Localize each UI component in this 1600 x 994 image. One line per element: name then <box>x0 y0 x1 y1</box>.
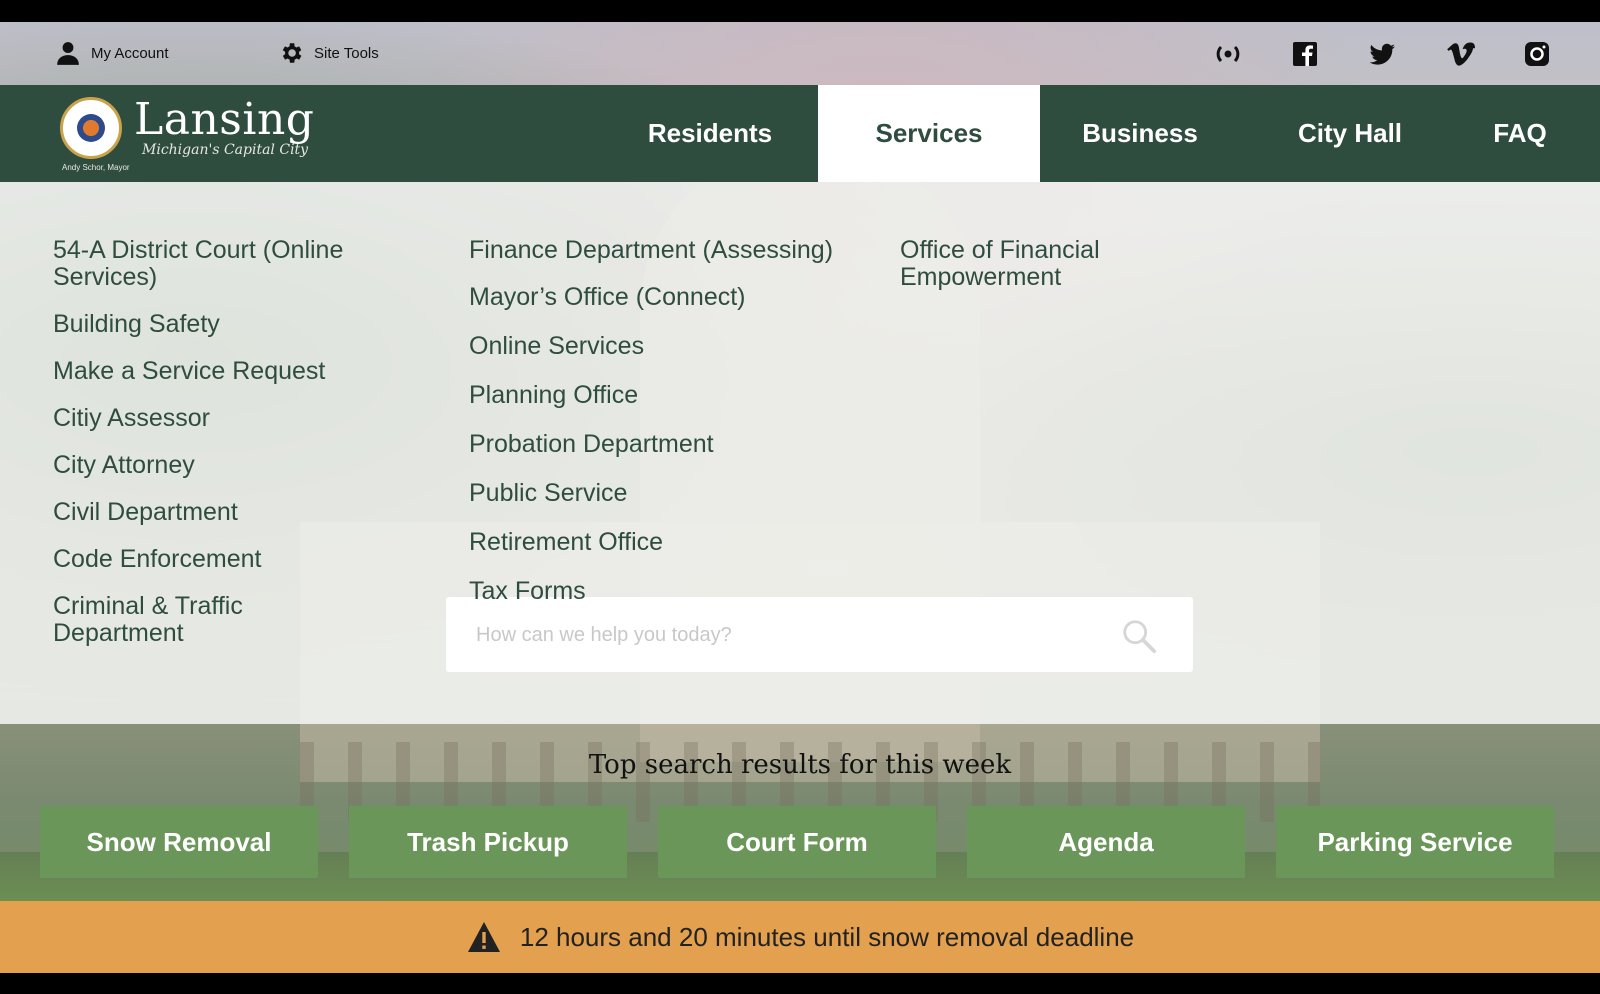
menu-link[interactable]: Criminal & Traffic Department <box>53 593 373 647</box>
broadcast-icon[interactable] <box>1212 38 1244 70</box>
menu-link[interactable]: Make a Service Request <box>53 358 373 385</box>
menu-link[interactable]: Online Services <box>469 333 849 360</box>
my-account-label: My Account <box>91 44 169 62</box>
facebook-icon[interactable] <box>1289 38 1321 70</box>
menu-link[interactable]: Mayor’s Office (Connect) <box>469 284 849 311</box>
site-tools-link[interactable]: Site Tools <box>278 40 379 66</box>
user-icon <box>57 42 79 65</box>
menu-link[interactable]: Citiy Assessor <box>53 405 373 432</box>
gear-icon <box>282 43 302 63</box>
menu-link[interactable]: Building Safety <box>53 311 373 338</box>
menu-link[interactable]: 54-A District Court (Online Services) <box>53 237 373 291</box>
menu-link[interactable]: Tax Forms <box>469 578 849 605</box>
menu-column-2: Finance Department (Assessing) Mayor’s O… <box>469 237 849 627</box>
menu-column-1: 54-A District Court (Online Services) Bu… <box>53 237 373 667</box>
quick-link-button[interactable]: Trash Pickup <box>349 806 627 878</box>
menu-link[interactable]: City Attorney <box>53 452 373 479</box>
menu-link[interactable]: Office of Financial Empowerment <box>900 237 1200 291</box>
logo-name: Lansing <box>134 94 315 145</box>
nav-city-hall[interactable]: City Hall <box>1250 85 1450 182</box>
menu-link[interactable]: Code Enforcement <box>53 546 373 573</box>
city-seal <box>60 97 122 159</box>
quick-link-button[interactable]: Parking Service <box>1276 806 1554 878</box>
services-mega-menu: 54-A District Court (Online Services) Bu… <box>0 182 1600 724</box>
nav-residents[interactable]: Residents <box>610 85 810 182</box>
instagram-icon[interactable] <box>1521 38 1553 70</box>
menu-link[interactable]: Probation Department <box>469 431 849 458</box>
menu-link[interactable]: Planning Office <box>469 382 849 409</box>
quick-link-button[interactable]: Agenda <box>967 806 1245 878</box>
logo-tagline: Michigan's Capital City <box>142 142 309 158</box>
seal-caption: Andy Schor, Mayor <box>62 163 130 172</box>
nav-business[interactable]: Business <box>1040 85 1240 182</box>
alert-banner: 12 hours and 20 minutes until snow remov… <box>0 901 1600 973</box>
top-searches-heading: Top search results for this week <box>588 750 1012 780</box>
menu-column-3: Office of Financial Empowerment <box>900 237 1200 311</box>
menu-link[interactable]: Civil Department <box>53 499 373 526</box>
nav-services[interactable]: Services <box>818 85 1040 182</box>
site-tools-label: Site Tools <box>314 44 379 62</box>
menu-link[interactable]: Public Service <box>469 480 849 507</box>
main-navigation: Andy Schor, Mayor Lansing Michigan's Cap… <box>0 85 1600 182</box>
site-logo[interactable]: Andy Schor, Mayor Lansing Michigan's Cap… <box>60 94 315 172</box>
menu-link[interactable]: Finance Department (Assessing) <box>469 237 849 264</box>
twitter-icon[interactable] <box>1366 38 1398 70</box>
menu-link[interactable]: Retirement Office <box>469 529 849 556</box>
quick-link-button[interactable]: Snow Removal <box>40 806 318 878</box>
vimeo-icon[interactable] <box>1444 38 1476 70</box>
search-icon[interactable] <box>1120 617 1158 655</box>
warning-icon <box>467 922 500 952</box>
my-account-link[interactable]: My Account <box>55 40 169 66</box>
nav-faq[interactable]: FAQ <box>1460 85 1580 182</box>
alert-text: 12 hours and 20 minutes until snow remov… <box>519 921 1135 952</box>
quick-link-button[interactable]: Court Form <box>658 806 936 878</box>
utility-bar: My Account Site Tools <box>0 22 1600 85</box>
